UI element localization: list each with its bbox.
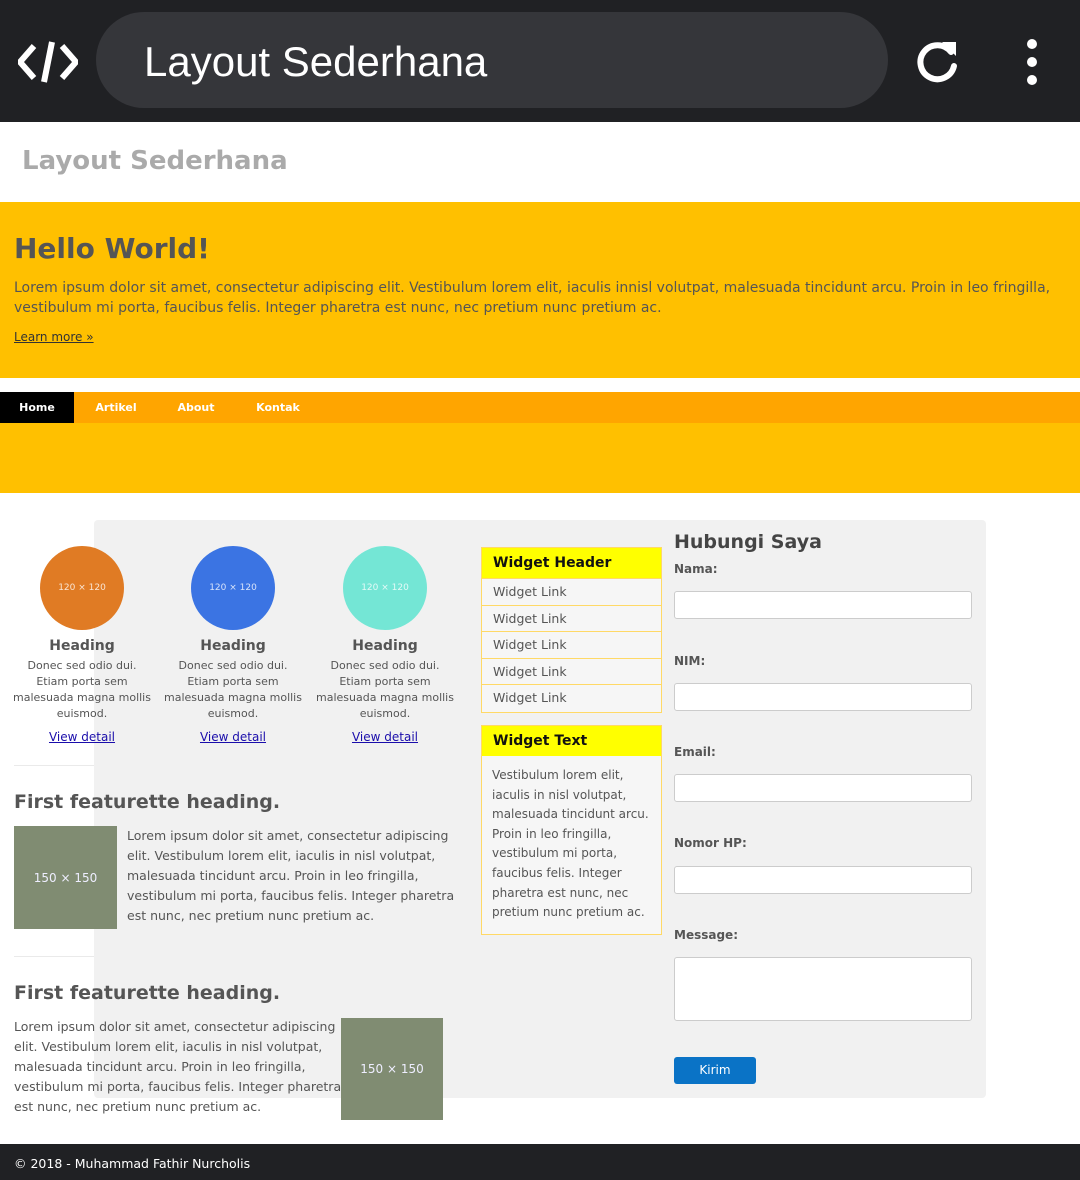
featurette-heading: First featurette heading. bbox=[14, 791, 281, 813]
nim-field[interactable] bbox=[674, 683, 972, 711]
footer: © 2018 - Muhammad Fathir Nurcholis bbox=[0, 1144, 1080, 1180]
hero-text: Lorem ipsum dolor sit amet, consectetur … bbox=[14, 280, 1051, 316]
widget-links: Widget Header Widget Link Widget Link Wi… bbox=[481, 547, 662, 713]
nav-band bbox=[0, 423, 1080, 493]
widget-link[interactable]: Widget Link bbox=[482, 657, 661, 685]
featurette-text: Lorem ipsum dolor sit amet, consectetur … bbox=[14, 1019, 342, 1114]
widget-link[interactable]: Widget Link bbox=[482, 684, 661, 711]
widget-link[interactable]: Widget Link bbox=[482, 604, 661, 632]
message-textarea[interactable] bbox=[674, 957, 972, 1021]
placeholder-image: 120 × 120 bbox=[191, 546, 275, 630]
featurette-heading: First featurette heading. bbox=[14, 982, 281, 1004]
column-text: Donec sed odio dui. Etiam porta sem male… bbox=[13, 659, 151, 720]
nama-label: Nama: bbox=[674, 562, 718, 576]
view-detail-link[interactable]: View detail bbox=[314, 730, 456, 744]
message-label: Message: bbox=[674, 928, 738, 942]
reload-icon[interactable] bbox=[912, 36, 962, 86]
footer-copyright: © 2018 - Muhammad Fathir Nurcholis bbox=[14, 1156, 251, 1171]
site-title: Layout Sederhana bbox=[22, 146, 288, 176]
column-heading: Heading bbox=[200, 638, 266, 654]
hero-heading: Hello World! bbox=[14, 232, 210, 265]
widget-text-body: Vestibulum lorem elit, iaculis in nisl v… bbox=[492, 768, 649, 920]
main-nav: Home Artikel About Kontak bbox=[0, 392, 1080, 423]
placeholder-image: 120 × 120 bbox=[343, 546, 427, 630]
column-text: Donec sed odio dui. Etiam porta sem male… bbox=[164, 659, 302, 720]
featurette-text: Lorem ipsum dolor sit amet, consectetur … bbox=[127, 828, 455, 923]
code-app-icon[interactable] bbox=[18, 38, 78, 86]
widget-link[interactable]: Widget Link bbox=[482, 631, 661, 658]
nomor-hp-field[interactable] bbox=[674, 866, 972, 894]
email-field[interactable] bbox=[674, 774, 972, 802]
widget-header-title: Widget Header bbox=[482, 548, 661, 578]
widget-text: Widget Text Vestibulum lorem elit, iacul… bbox=[481, 725, 662, 935]
featurette-image: 150 × 150 bbox=[341, 1018, 443, 1120]
marketing-column: 120 × 120 Heading Donec sed odio dui. Et… bbox=[162, 546, 304, 744]
marketing-column: 120 × 120 Heading Donec sed odio dui. Et… bbox=[314, 546, 456, 744]
hero-jumbotron: Hello World! Lorem ipsum dolor sit amet,… bbox=[0, 202, 1080, 378]
featurette-divider bbox=[14, 956, 94, 957]
view-detail-link[interactable]: View detail bbox=[162, 730, 304, 744]
kirim-button[interactable]: Kirim bbox=[674, 1057, 756, 1084]
view-detail-link[interactable]: View detail bbox=[11, 730, 153, 744]
placeholder-image: 120 × 120 bbox=[40, 546, 124, 630]
nav-kontak[interactable]: Kontak bbox=[246, 392, 310, 423]
learn-more-link[interactable]: Learn more » bbox=[14, 330, 94, 344]
more-vert-icon[interactable] bbox=[1018, 38, 1046, 86]
nama-field[interactable] bbox=[674, 591, 972, 619]
address-bar[interactable]: Layout Sederhana bbox=[96, 12, 888, 108]
nim-label: NIM: bbox=[674, 654, 706, 668]
address-bar-title: Layout Sederhana bbox=[144, 38, 488, 85]
nav-about[interactable]: About bbox=[166, 392, 226, 423]
widget-text-title: Widget Text bbox=[482, 726, 661, 756]
column-heading: Heading bbox=[352, 638, 418, 654]
column-heading: Heading bbox=[49, 638, 115, 654]
nav-home[interactable]: Home bbox=[0, 392, 74, 423]
email-label: Email: bbox=[674, 745, 716, 759]
nomor-hp-label: Nomor HP: bbox=[674, 836, 747, 850]
marketing-column: 120 × 120 Heading Donec sed odio dui. Et… bbox=[11, 546, 153, 744]
widget-link[interactable]: Widget Link bbox=[482, 578, 661, 605]
featurette-image: 150 × 150 bbox=[14, 826, 117, 929]
browser-toolbar: Layout Sederhana bbox=[0, 0, 1080, 122]
column-text: Donec sed odio dui. Etiam porta sem male… bbox=[316, 659, 454, 720]
featurette-divider bbox=[14, 765, 94, 766]
contact-form-title: Hubungi Saya bbox=[674, 531, 822, 553]
nav-artikel[interactable]: Artikel bbox=[84, 392, 148, 423]
